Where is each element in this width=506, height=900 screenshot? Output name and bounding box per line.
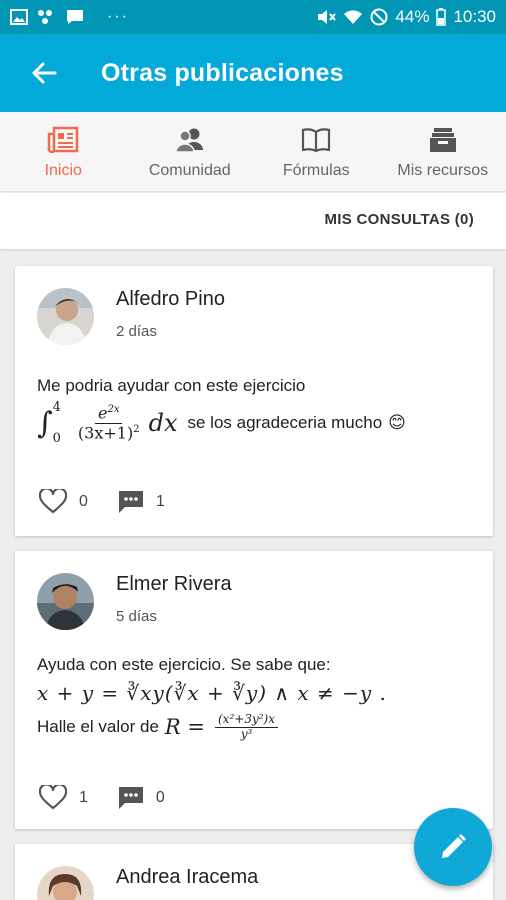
arrow-back-icon	[32, 62, 57, 84]
tab-formulas[interactable]: Fórmulas	[253, 112, 380, 191]
comment-icon	[118, 786, 143, 809]
like-button[interactable]: 0	[39, 489, 88, 514]
integral-lower-limit: 0	[52, 431, 61, 446]
integral-limits: 4 0	[53, 400, 61, 446]
battery-icon	[436, 8, 447, 26]
comment-count: 0	[155, 788, 165, 806]
denominator-exponent: 2	[133, 423, 140, 435]
post-card[interactable]: Alfedro Pino 2 días Me podria ayudar con…	[15, 266, 493, 536]
tab-label: Mis recursos	[397, 161, 489, 179]
like-count: 0	[79, 492, 88, 510]
post-author[interactable]: Elmer Rivera	[116, 573, 232, 596]
post-text-2: Halle el valor de	[37, 717, 159, 737]
community-icon	[174, 124, 206, 156]
integrand-fraction: e2x (3x+1)2	[75, 403, 143, 442]
clock: 10:30	[453, 7, 496, 26]
like-count: 1	[79, 788, 88, 806]
post-text: Me podria ayudar con este ejercicio	[37, 376, 306, 395]
smile-emoji: 😊	[388, 413, 406, 432]
fraction-denominator: y³	[240, 726, 253, 741]
integral-symbol: ∫	[37, 405, 53, 441]
dx: dx	[148, 409, 178, 437]
fraction-numerator: (x²+3y²)x	[215, 712, 278, 728]
consultas-bar: MIS CONSULTAS (0)	[0, 193, 506, 249]
new-post-button[interactable]	[414, 808, 492, 886]
post-author[interactable]: Alfedro Pino	[116, 288, 225, 311]
book-icon	[301, 124, 331, 156]
tab-bar: Inicio Comunidad Fórmulas Mis recursos	[0, 112, 506, 192]
post-actions: 1 0	[39, 785, 165, 810]
avatar[interactable]	[37, 866, 94, 900]
comment-count: 1	[155, 492, 165, 510]
equation-fraction: (x²+3y²)x y³	[215, 712, 278, 742]
post-math-line: x + y = ∛xy(∛x + ∛y) ∧ x ≠ −y .	[37, 681, 387, 705]
mute-icon	[316, 8, 337, 26]
integral-upper-limit: 4	[52, 400, 61, 415]
post-text: Ayuda con este ejercicio. Se sabe que:	[37, 655, 331, 674]
post-author[interactable]: Andrea Iracema	[116, 866, 258, 889]
comment-icon	[118, 490, 143, 513]
post-text-after: se los agradeceria mucho	[187, 413, 383, 432]
heart-icon	[39, 489, 67, 514]
equation-lhs: R =	[164, 715, 205, 740]
post-math-line: ∫ 4 0 e2x (3x+1)2 dx se los agradeceria …	[37, 400, 406, 446]
numerator-exponent: 2x	[107, 403, 120, 415]
tab-inicio[interactable]: Inicio	[0, 112, 127, 191]
notification-dots-icon	[37, 9, 57, 25]
more-notifications: ···	[107, 8, 129, 25]
denominator-base: (3x+1)	[77, 422, 134, 442]
tab-comunidad[interactable]: Comunidad	[127, 112, 254, 191]
tab-mis-recursos[interactable]: Mis recursos	[380, 112, 506, 191]
status-bar: ··· 44% 10:30	[0, 0, 506, 34]
do-not-disturb-icon	[370, 8, 388, 26]
mis-consultas-link[interactable]: MIS CONSULTAS (0)	[324, 211, 474, 228]
tab-label: Fórmulas	[282, 161, 350, 179]
newspaper-icon	[47, 124, 79, 156]
post-actions: 0 1	[39, 489, 165, 514]
back-button[interactable]	[15, 34, 73, 112]
message-icon	[66, 9, 84, 25]
app-bar: Otras publicaciones	[0, 34, 506, 112]
battery-percent: 44%	[395, 7, 430, 26]
wifi-icon	[343, 9, 363, 25]
like-button[interactable]: 1	[39, 785, 88, 810]
comment-button[interactable]: 0	[118, 786, 165, 810]
avatar[interactable]	[37, 573, 94, 630]
post-math-line-2: Halle el valor de R = (x²+3y²)x y³	[37, 712, 278, 742]
gallery-icon	[10, 9, 28, 25]
post-card[interactable]: Elmer Rivera 5 días Ayuda con este ejerc…	[15, 551, 493, 829]
comment-button[interactable]: 1	[118, 490, 165, 514]
page-title: Otras publicaciones	[101, 58, 344, 87]
tab-label: Comunidad	[148, 161, 231, 179]
post-time: 2 días	[116, 323, 157, 340]
archive-box-icon	[428, 124, 458, 156]
post-time: 5 días	[116, 608, 157, 625]
avatar[interactable]	[37, 288, 94, 345]
heart-icon	[39, 785, 67, 810]
tab-label: Inicio	[44, 161, 82, 179]
pencil-icon	[442, 834, 466, 858]
